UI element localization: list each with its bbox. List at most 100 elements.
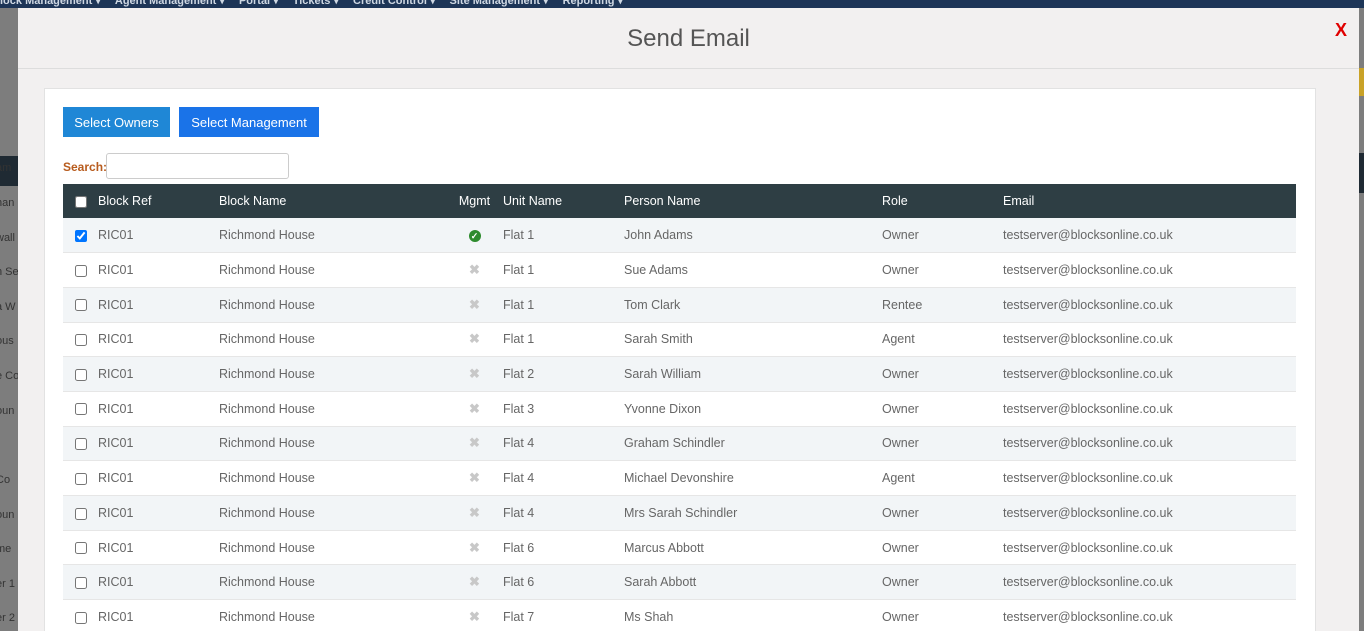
table-body: RIC01 Richmond House ✓ Flat 1 John Adams Owne… — [63, 218, 1296, 631]
background-nav-bar: lock Management ▾ Agent Management ▾ Porta… — [0, 0, 1364, 8]
table-row[interactable]: RIC01 Richmond House ✖ Flat 4 Mrs Sarah Schi… — [63, 495, 1296, 531]
cell-block-ref: RIC01 — [98, 228, 134, 243]
table-row[interactable]: RIC01 Richmond House ✖ Flat 7 Ms Shah Owner te… — [63, 599, 1296, 631]
close-icon[interactable]: X — [1335, 20, 1347, 41]
select-management-button[interactable]: Select Management — [179, 107, 319, 137]
cell-role: Owner — [882, 505, 919, 520]
table-row[interactable]: RIC01 Richmond House ✖ Flat 3 Yvonne Dixon Ow… — [63, 391, 1296, 427]
cell-role: Agent — [882, 332, 915, 347]
x-icon: ✖ — [469, 574, 480, 590]
cell-unit-name: Flat 1 — [503, 297, 535, 312]
cell-mgmt: ✖ — [446, 391, 503, 426]
background-nav-item: lock Management ▾ — [0, 0, 101, 7]
cell-mgmt: ✖ — [446, 565, 503, 600]
header-mgmt[interactable]: Mgmt — [446, 184, 503, 218]
cell-block-name: Richmond House — [219, 367, 315, 382]
cell-mgmt: ✖ — [446, 496, 503, 531]
row-checkbox[interactable] — [74, 507, 87, 520]
background-sidebar-item: er 1 — [0, 578, 15, 590]
cell-mgmt: ✖ — [446, 287, 503, 322]
row-checkbox[interactable] — [74, 611, 87, 624]
cell-unit-name: Flat 4 — [503, 505, 535, 520]
cell-person-name: Graham Schindler — [624, 436, 725, 451]
cell-block-ref: RIC01 — [98, 471, 134, 486]
cell-email: testserver@blocksonline.co.uk — [1003, 297, 1173, 312]
cell-unit-name: Flat 2 — [503, 367, 535, 382]
x-icon: ✖ — [469, 435, 480, 451]
cell-person-name: Sarah Smith — [624, 332, 693, 347]
cell-unit-name: Flat 1 — [503, 228, 535, 243]
search-input[interactable] — [106, 153, 289, 179]
table-row[interactable]: RIC01 Richmond House ✖ Flat 4 Graham Schindl… — [63, 426, 1296, 461]
cell-block-ref: RIC01 — [98, 263, 134, 278]
background-sidebar-item: wall — [0, 232, 15, 244]
cell-block-ref: RIC01 — [98, 367, 134, 382]
cell-role: Owner — [882, 401, 919, 416]
row-checkbox[interactable] — [74, 438, 87, 451]
header-person-name[interactable]: Person Name — [624, 184, 882, 218]
cell-role: Owner — [882, 367, 919, 382]
header-unit-name[interactable]: Unit Name — [503, 184, 624, 218]
x-icon: ✖ — [469, 470, 480, 486]
background-nav-item: Agent Management ▾ — [114, 0, 225, 7]
search-label: Search: — [63, 160, 108, 174]
cell-unit-name: Flat 4 — [503, 471, 535, 486]
cell-block-ref: RIC01 — [98, 540, 134, 555]
row-checkbox[interactable] — [74, 403, 87, 416]
background-sidebar-item: e Co — [0, 370, 18, 382]
cell-block-name: Richmond House — [219, 401, 315, 416]
cell-block-name: Richmond House — [219, 436, 315, 451]
table-row[interactable]: RIC01 Richmond House ✖ Flat 1 Sarah Smith Age… — [63, 322, 1296, 357]
header-role[interactable]: Role — [882, 184, 1003, 218]
cell-email: testserver@blocksonline.co.uk — [1003, 540, 1173, 555]
background-sidebar: am han wall n Se a W ous e Co oun Co oun me er 1 er … — [0, 8, 18, 631]
x-icon: ✖ — [469, 366, 480, 382]
table-row[interactable]: RIC01 Richmond House ✖ Flat 2 Sarah William O… — [63, 356, 1296, 392]
cell-block-name: Richmond House — [219, 575, 315, 590]
header-email[interactable]: Email — [1003, 184, 1296, 218]
row-select-cell — [63, 218, 98, 253]
background-sidebar-item: n Se — [0, 266, 18, 278]
row-checkbox[interactable] — [74, 472, 87, 485]
row-checkbox[interactable] — [74, 542, 87, 555]
row-select-cell — [63, 461, 98, 496]
select-all-checkbox[interactable] — [74, 195, 87, 208]
row-checkbox[interactable] — [74, 299, 87, 312]
table-row[interactable]: RIC01 Richmond House ✖ Flat 1 Sue Adams Owner… — [63, 252, 1296, 288]
row-checkbox[interactable] — [74, 264, 87, 277]
cell-role: Owner — [882, 540, 919, 555]
x-icon: ✖ — [469, 539, 480, 555]
table-row[interactable]: RIC01 Richmond House ✓ Flat 1 John Adams Owne… — [63, 218, 1296, 253]
cell-email: testserver@blocksonline.co.uk — [1003, 367, 1173, 382]
row-checkbox[interactable] — [74, 368, 87, 381]
header-block-name[interactable]: Block Name — [219, 184, 446, 218]
table-row[interactable]: RIC01 Richmond House ✖ Flat 4 Michael Devons… — [63, 460, 1296, 496]
select-owners-button[interactable]: Select Owners — [63, 107, 170, 137]
row-select-cell — [63, 287, 98, 322]
table-row[interactable]: RIC01 Richmond House ✖ Flat 6 Sarah Abbott Ow… — [63, 564, 1296, 600]
cell-unit-name: Flat 3 — [503, 401, 535, 416]
cell-block-name: Richmond House — [219, 228, 315, 243]
cell-mgmt: ✖ — [446, 600, 503, 631]
cell-block-name: Richmond House — [219, 540, 315, 555]
background-sidebar-item: me — [0, 543, 12, 555]
cell-email: testserver@blocksonline.co.uk — [1003, 609, 1173, 624]
row-checkbox[interactable] — [74, 334, 87, 347]
cell-mgmt: ✖ — [446, 357, 503, 392]
cell-block-ref: RIC01 — [98, 401, 134, 416]
row-checkbox[interactable] — [74, 576, 87, 589]
table-row[interactable]: RIC01 Richmond House ✖ Flat 1 Tom Clark Rente… — [63, 287, 1296, 323]
background-sidebar-item: am — [0, 162, 12, 174]
modal-title: Send Email — [627, 25, 750, 52]
cell-email: testserver@blocksonline.co.uk — [1003, 436, 1173, 451]
cell-person-name: Tom Clark — [624, 297, 681, 312]
header-block-ref[interactable]: Block Ref — [98, 184, 219, 218]
cell-person-name: Yvonne Dixon — [624, 401, 702, 416]
cell-unit-name: Flat 1 — [503, 263, 535, 278]
cell-role: Agent — [882, 471, 915, 486]
table-row[interactable]: RIC01 Richmond House ✖ Flat 6 Marcus Abbott O… — [63, 530, 1296, 565]
cell-mgmt: ✖ — [446, 426, 503, 461]
cell-person-name: Marcus Abbott — [624, 540, 704, 555]
row-checkbox[interactable] — [74, 229, 87, 242]
cell-email: testserver@blocksonline.co.uk — [1003, 332, 1173, 347]
